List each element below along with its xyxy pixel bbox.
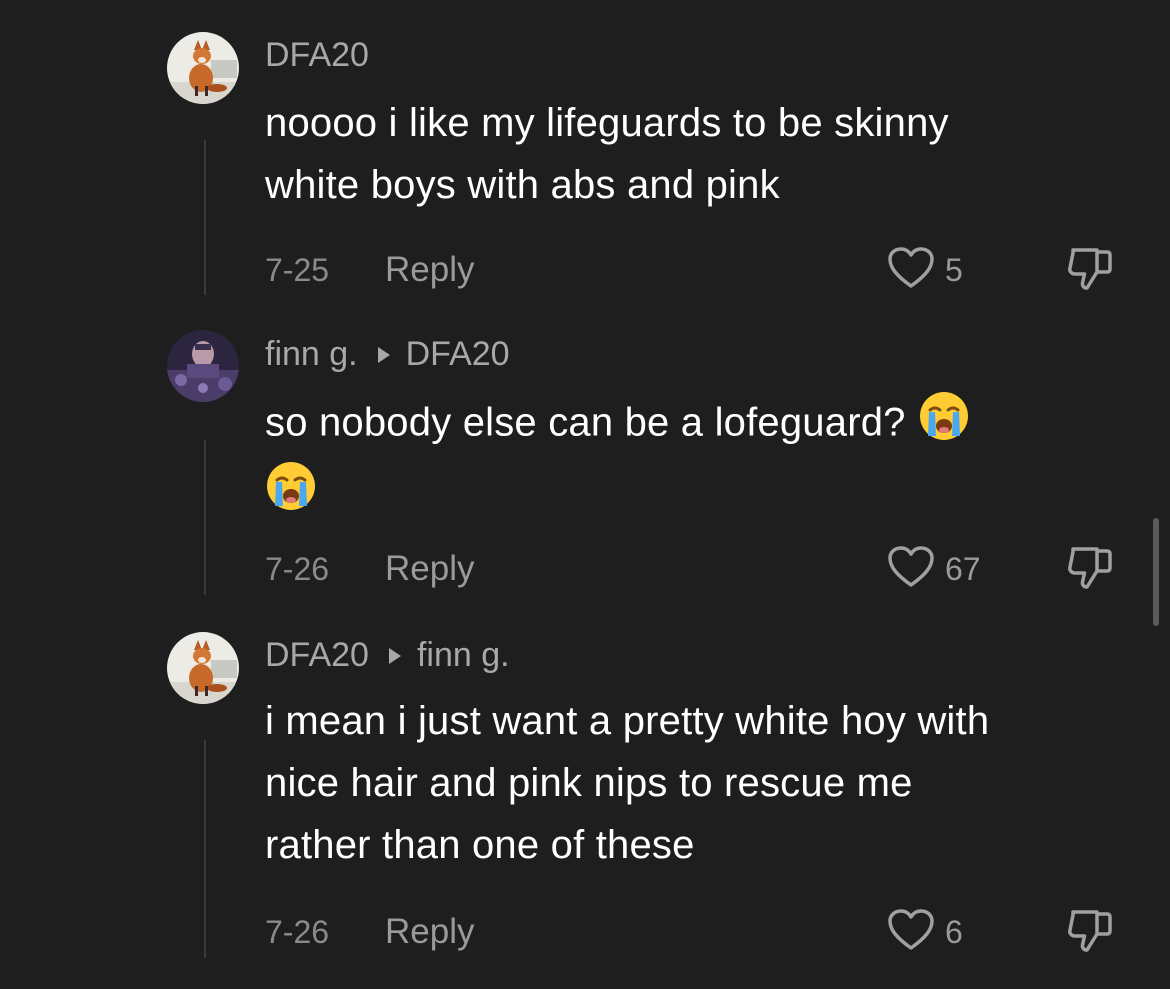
comment-date: 7-26 (265, 913, 330, 950)
thread-line (204, 140, 206, 295)
reply-button[interactable]: Reply (385, 549, 474, 589)
comment-date: 7-26 (265, 550, 330, 587)
heart-outline-icon (887, 908, 935, 957)
avatar[interactable] (167, 330, 239, 402)
comment-text-line: nice hair and pink nips to rescue me (265, 761, 913, 805)
like-count: 67 (945, 550, 981, 587)
comment-actions: 7-25 Reply 5 (265, 246, 1170, 294)
comment-date: 7-25 (265, 251, 330, 288)
like-button[interactable]: 5 (887, 246, 963, 295)
comment-actions: 7-26 Reply 67 (265, 545, 1170, 593)
triangle-right-icon (388, 647, 401, 664)
thumbs-down-outline-icon[interactable] (1065, 244, 1115, 297)
avatar[interactable] (167, 32, 239, 104)
thumbs-down-outline-icon[interactable] (1065, 543, 1115, 596)
comment-header: DFA20 (265, 36, 369, 75)
reply-to-username[interactable]: DFA20 (406, 335, 510, 374)
username[interactable]: finn g. (265, 335, 358, 374)
comment-header: DFA20 finn g. (265, 636, 510, 675)
heart-outline-icon (887, 545, 935, 594)
like-button[interactable]: 67 (887, 545, 981, 594)
thread-line (204, 740, 206, 958)
reply-button[interactable]: Reply (385, 250, 474, 290)
comment-text: so nobody else can be a lofeguard? (265, 390, 1145, 530)
comment-text-line: i mean i just want a pretty white hoy wi… (265, 699, 990, 743)
comment-text-line: noooo i like my lifeguards to be skinny (265, 101, 949, 145)
comment-text-line: white boys with abs and pink (265, 163, 780, 207)
reply-button[interactable]: Reply (385, 912, 474, 952)
comment-actions: 7-26 Reply 6 (265, 908, 1170, 956)
loudly-crying-face-icon (918, 390, 970, 460)
username[interactable]: DFA20 (265, 636, 369, 675)
comment-text-line: rather than one of these (265, 823, 695, 867)
heart-outline-icon (887, 246, 935, 295)
comment-text: noooo i like my lifeguards to be skinny … (265, 92, 1145, 216)
comment-text-span: so nobody else can be a lofeguard? (265, 400, 906, 445)
comment-text-line: so nobody else can be a lofeguard? (265, 390, 1145, 460)
scrollbar[interactable] (1153, 518, 1159, 626)
like-count: 6 (945, 913, 963, 950)
comment-header: finn g. DFA20 (265, 335, 510, 374)
avatar[interactable] (167, 632, 239, 704)
triangle-right-icon (377, 346, 390, 363)
comment-text: i mean i just want a pretty white hoy wi… (265, 690, 1145, 876)
thread-line (204, 440, 206, 595)
like-button[interactable]: 6 (887, 908, 963, 957)
comment-text-line (265, 460, 1145, 530)
reply-to-username[interactable]: finn g. (417, 636, 510, 675)
thumbs-down-outline-icon[interactable] (1065, 906, 1115, 959)
username[interactable]: DFA20 (265, 36, 369, 75)
loudly-crying-face-icon (265, 460, 317, 530)
like-count: 5 (945, 251, 963, 288)
